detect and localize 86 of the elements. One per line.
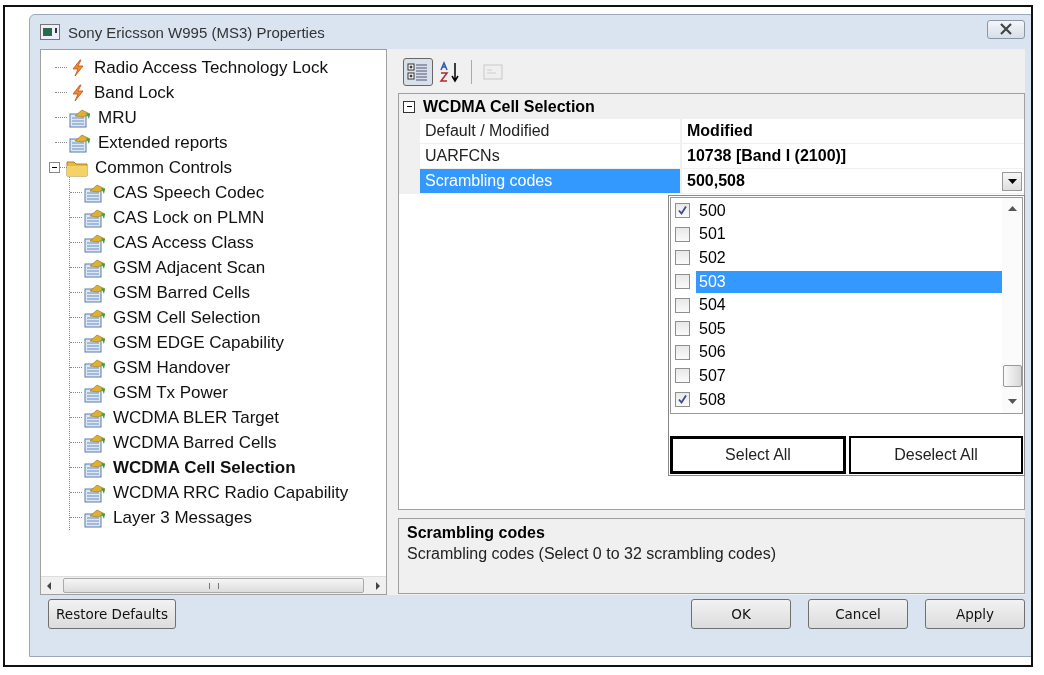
- properties-icon: [84, 307, 106, 328]
- properties-icon: [84, 232, 106, 253]
- window-title: Sony Ericsson W995 (MS3) Properties: [68, 23, 325, 41]
- apply-button[interactable]: Apply: [925, 599, 1025, 629]
- checkbox[interactable]: [675, 226, 690, 242]
- tree-item[interactable]: CAS Lock on PLMN: [111, 207, 267, 228]
- list-item[interactable]: 505: [696, 317, 1002, 340]
- scroll-thumb[interactable]: [63, 578, 364, 593]
- properties-icon: [84, 382, 106, 403]
- properties-icon: [84, 282, 106, 303]
- list-item[interactable]: 508: [696, 388, 1002, 411]
- tree-item[interactable]: GSM Tx Power: [111, 382, 230, 403]
- folder-icon: [66, 158, 88, 177]
- list-item[interactable]: 502: [696, 247, 1002, 269]
- tree-item[interactable]: CAS Access Class: [111, 232, 256, 253]
- scroll-right-icon[interactable]: [374, 580, 382, 591]
- tree-item[interactable]: MRU: [96, 107, 139, 128]
- close-button[interactable]: [987, 19, 1025, 39]
- tree-item[interactable]: Band Lock: [92, 82, 177, 103]
- description-title: Scrambling codes: [407, 524, 545, 542]
- checkbox[interactable]: [675, 297, 690, 313]
- list-item[interactable]: 507: [696, 364, 1002, 387]
- category-heading: WCDMA Cell Selection: [423, 97, 595, 116]
- scroll-thumb[interactable]: [1002, 365, 1022, 387]
- tree-item[interactable]: CAS Speech Codec: [111, 182, 267, 203]
- tree-item[interactable]: GSM Cell Selection: [111, 307, 263, 328]
- dropdown-button[interactable]: [1002, 172, 1022, 191]
- vertical-scrollbar[interactable]: [1002, 198, 1022, 413]
- tree-item[interactable]: GSM Barred Cells: [111, 282, 252, 303]
- app-icon: [40, 24, 60, 40]
- properties-icon: [84, 407, 106, 428]
- checkbox[interactable]: [675, 392, 690, 408]
- tree-item[interactable]: WCDMA Barred Cells: [111, 432, 279, 453]
- property-value[interactable]: 10738 [Band I (2100)]: [682, 144, 1024, 169]
- tree-item[interactable]: WCDMA BLER Target: [111, 407, 281, 428]
- property-name[interactable]: UARFCNs: [420, 144, 682, 169]
- checkbox[interactable]: [675, 250, 690, 266]
- tree-item[interactable]: WCDMA RRC Radio Capability: [111, 482, 351, 503]
- property-value[interactable]: Modified: [682, 119, 1024, 144]
- properties-icon: [84, 457, 106, 478]
- cancel-button[interactable]: Cancel: [808, 599, 908, 629]
- tree-item[interactable]: GSM EDGE Capability: [111, 332, 286, 353]
- properties-icon: [84, 357, 106, 378]
- list-item[interactable]: 506: [696, 341, 1002, 364]
- scroll-left-icon[interactable]: [45, 580, 53, 591]
- collapse-icon[interactable]: [49, 162, 60, 173]
- property-value[interactable]: 500,508: [682, 169, 1024, 194]
- tree-item[interactable]: Layer 3 Messages: [111, 507, 254, 528]
- checkbox[interactable]: [675, 203, 690, 219]
- ok-button[interactable]: OK: [691, 599, 791, 629]
- checkbox[interactable]: [675, 344, 690, 360]
- properties-icon: [84, 182, 106, 203]
- lightning-icon: [69, 58, 87, 77]
- properties-icon: [84, 432, 106, 453]
- properties-icon: [84, 257, 106, 278]
- lightning-icon: [69, 83, 87, 102]
- scroll-down-icon[interactable]: [1007, 399, 1017, 405]
- properties-icon: [69, 107, 91, 128]
- properties-icon: [84, 332, 106, 353]
- properties-icon: [84, 207, 106, 228]
- description-text: Scrambling codes (Select 0 to 32 scrambling codes): [407, 545, 777, 563]
- checkbox[interactable]: [675, 368, 690, 384]
- tree-item[interactable]: Radio Access Technology Lock: [92, 57, 331, 78]
- properties-icon: [69, 132, 91, 153]
- property-name[interactable]: Default / Modified: [420, 119, 682, 144]
- tree-item[interactable]: WCDMA Cell Selection: [111, 457, 298, 478]
- scroll-up-icon[interactable]: [1007, 206, 1017, 212]
- horizontal-scrollbar[interactable]: [41, 576, 386, 594]
- properties-icon: [84, 482, 106, 503]
- checkbox[interactable]: [675, 274, 690, 290]
- tree-item[interactable]: GSM Handover: [111, 357, 233, 378]
- collapse-icon[interactable]: [403, 100, 415, 113]
- tree-item[interactable]: GSM Adjacent Scan: [111, 257, 268, 278]
- list-item[interactable]: 504: [696, 294, 1002, 317]
- tree-item[interactable]: Common Controls: [93, 157, 234, 178]
- deselect-all-button[interactable]: Deselect All: [849, 436, 1023, 474]
- caret-icon: [1007, 178, 1017, 185]
- close-icon: [999, 23, 1013, 35]
- list-item[interactable]: 500: [696, 199, 1002, 222]
- list-item[interactable]: 501: [696, 223, 1002, 246]
- restore-defaults-button[interactable]: Restore Defaults: [48, 599, 176, 629]
- select-all-button[interactable]: Select All: [670, 436, 846, 474]
- categorized-button[interactable]: [403, 58, 433, 86]
- tree-item[interactable]: Extended reports: [96, 132, 230, 153]
- checkbox[interactable]: [675, 321, 690, 337]
- properties-icon: [84, 507, 106, 528]
